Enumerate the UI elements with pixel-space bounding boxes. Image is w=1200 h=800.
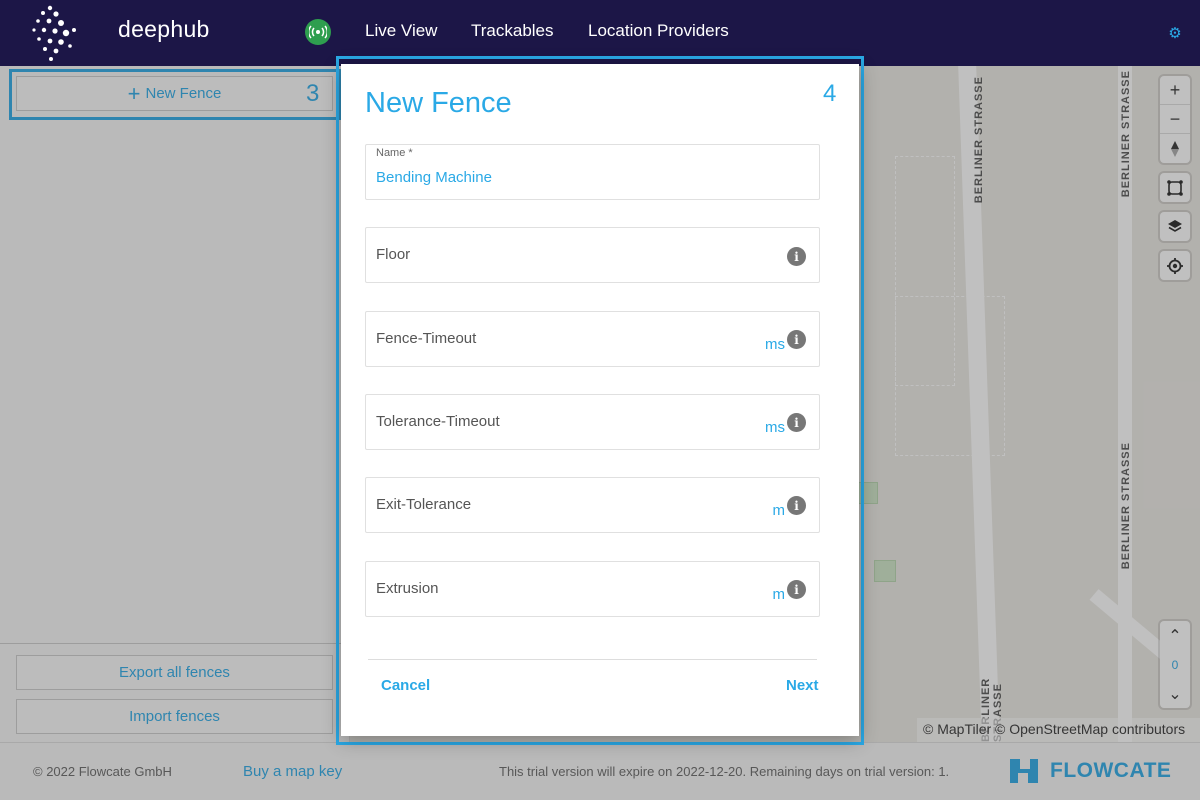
floor-label: Floor — [376, 246, 411, 263]
gear-icon[interactable]: ⚙ — [1166, 25, 1184, 43]
name-label: Name * — [376, 147, 413, 159]
name-value: Bending Machine — [376, 169, 492, 186]
nav-location-providers[interactable]: Location Providers — [588, 21, 729, 41]
floor-field[interactable]: Floor i — [365, 227, 820, 283]
tolerance-timeout-field[interactable]: Tolerance-Timeout ms i — [365, 394, 820, 450]
new-fence-dialog: New Fence Name * Bending Machine Floor i… — [341, 64, 859, 736]
deephub-logo-mark — [32, 5, 76, 61]
nav-trackables[interactable]: Trackables — [471, 21, 554, 41]
cancel-button[interactable]: Cancel — [381, 677, 430, 694]
extrusion-unit: m — [772, 586, 786, 603]
info-icon[interactable]: i — [787, 496, 806, 515]
tolerance-timeout-unit: ms — [765, 419, 785, 436]
exit-tolerance-label: Exit-Tolerance — [376, 496, 472, 513]
broadcast-icon[interactable] — [305, 19, 331, 45]
extrusion-field[interactable]: Extrusion m i — [365, 561, 820, 617]
tolerance-timeout-label: Tolerance-Timeout — [376, 413, 500, 430]
exit-tolerance-field[interactable]: Exit-Tolerance m i — [365, 477, 820, 533]
annotation-number-4: 4 — [823, 80, 837, 107]
info-icon[interactable]: i — [787, 247, 806, 266]
fence-timeout-label: Fence-Timeout — [376, 330, 477, 347]
exit-tolerance-unit: m — [772, 502, 786, 519]
extrusion-label: Extrusion — [376, 580, 439, 597]
info-icon[interactable]: i — [787, 580, 806, 599]
fence-timeout-unit: ms — [765, 336, 785, 353]
brand-name: deephub — [118, 16, 210, 42]
info-icon[interactable]: i — [787, 330, 806, 349]
dialog-title: New Fence — [365, 87, 512, 119]
next-button[interactable]: Next — [786, 677, 819, 694]
dialog-divider — [368, 659, 817, 660]
fence-timeout-field[interactable]: Fence-Timeout ms i — [365, 311, 820, 367]
deephub-logo[interactable]: deephub — [30, 2, 209, 64]
info-icon[interactable]: i — [787, 413, 806, 432]
name-field[interactable]: Name * Bending Machine — [365, 144, 820, 200]
nav-live-view[interactable]: Live View — [365, 21, 437, 41]
